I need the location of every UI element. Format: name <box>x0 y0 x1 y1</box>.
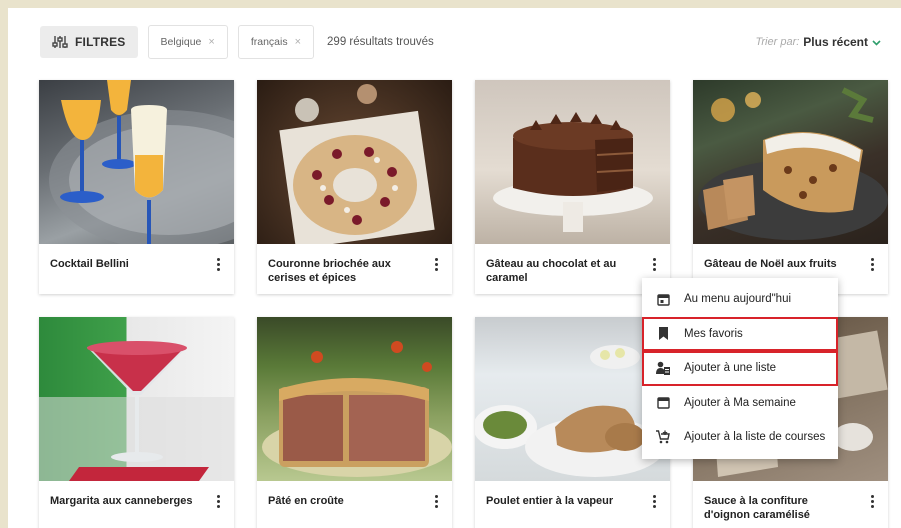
filters-button[interactable]: FILTRES <box>40 26 138 58</box>
recipe-image-poulet-vapeur[interactable] <box>475 317 670 481</box>
menu-item-shopping-list[interactable]: Ajouter à la liste de courses <box>642 420 838 455</box>
recipe-card[interactable]: Couronne briochée aux cerises et épices <box>257 80 452 294</box>
recipe-card[interactable]: Gâteau au chocolat et au caramel <box>475 80 670 294</box>
recipe-title-text: Margarita aux canneberges <box>50 495 193 507</box>
more-options-icon[interactable] <box>217 495 221 510</box>
recipe-title[interactable]: Gâteau au chocolat et au caramel <box>475 244 670 294</box>
menu-item-label: Ajouter à la liste de courses <box>684 431 826 444</box>
recipe-card[interactable]: Poulet entier à la vapeur <box>475 317 670 528</box>
recipe-title[interactable]: Poulet entier à la vapeur <box>475 481 670 528</box>
menu-item-label: Au menu aujourd"hui <box>684 293 792 306</box>
sort-label: Trier par: <box>755 36 800 48</box>
sliders-icon <box>52 35 68 49</box>
filters-label: FILTRES <box>75 35 126 49</box>
bookmark-icon <box>656 327 670 341</box>
calendar-day-icon <box>656 292 670 306</box>
recipe-title-text: Gâteau de Noël aux fruits <box>704 258 837 270</box>
more-options-icon[interactable] <box>217 258 221 273</box>
recipe-image-pate-en-croute[interactable] <box>257 317 452 481</box>
menu-item-favorites[interactable]: Mes favoris <box>642 316 838 351</box>
recipe-title-text: Poulet entier à la vapeur <box>486 495 614 507</box>
recipe-image-gateau-noel[interactable] <box>693 80 888 244</box>
more-options-icon[interactable] <box>435 258 439 273</box>
filter-chip-francais: français × <box>237 25 315 59</box>
recipe-title-text: Cocktail Bellini <box>50 258 129 270</box>
recipe-title[interactable]: Sauce à la confiture d'oignon caramélisé <box>693 481 888 528</box>
filter-chip-belgique: Belgique × <box>147 25 228 59</box>
menu-item-label: Mes favoris <box>684 327 743 340</box>
more-options-icon[interactable] <box>653 258 657 273</box>
recipe-card[interactable]: Pâté en croûte <box>257 317 452 528</box>
recipe-title[interactable]: Pâté en croûte <box>257 481 452 528</box>
sort-value: Plus récent <box>803 35 868 49</box>
recipe-title-text: Sauce à la confiture d'oignon caramélisé <box>704 495 810 521</box>
recipe-context-menu: Au menu aujourd"hui Mes favoris Ajouter … <box>642 278 838 459</box>
remove-chip-icon[interactable]: × <box>295 36 301 48</box>
menu-item-label: Ajouter à une liste <box>684 362 777 375</box>
recipe-title-text: Pâté en croûte <box>268 495 344 507</box>
more-options-icon[interactable] <box>871 495 875 510</box>
recipe-card[interactable]: Cocktail Bellini <box>39 80 234 294</box>
recipe-results-page: FILTRES Belgique × français × 299 résult… <box>8 8 901 528</box>
recipe-title[interactable]: Margarita aux canneberges <box>39 481 234 528</box>
chip-label: français <box>250 36 288 48</box>
recipe-title[interactable]: Couronne briochée aux cerises et épices <box>257 244 452 294</box>
recipe-image-margarita[interactable] <box>39 317 234 481</box>
recipe-image-gateau-chocolat[interactable] <box>475 80 670 244</box>
menu-item-add-to-list[interactable]: Ajouter à une liste <box>642 351 838 386</box>
recipe-card[interactable]: Margarita aux canneberges <box>39 317 234 528</box>
recipe-title-text: Gâteau au chocolat et au caramel <box>486 258 617 284</box>
filter-toolbar: FILTRES Belgique × français × 299 résult… <box>40 25 881 59</box>
menu-item-label: Ajouter à Ma semaine <box>684 396 796 409</box>
recipe-image-bellini[interactable] <box>39 80 234 244</box>
chevron-down-icon <box>872 35 881 49</box>
menu-item-today[interactable]: Au menu aujourd"hui <box>642 282 838 317</box>
recipe-card[interactable]: Gâteau de Noël aux fruits <box>693 80 888 294</box>
more-options-icon[interactable] <box>435 495 439 510</box>
cart-add-icon <box>656 430 670 444</box>
add-to-list-icon <box>656 361 670 376</box>
recipe-image-couronne[interactable] <box>257 80 452 244</box>
recipe-title-text: Couronne briochée aux cerises et épices <box>268 258 391 284</box>
more-options-icon[interactable] <box>871 258 875 273</box>
chip-label: Belgique <box>160 36 202 48</box>
recipe-title[interactable]: Cocktail Bellini <box>39 244 234 294</box>
menu-item-my-week[interactable]: Ajouter à Ma semaine <box>642 386 838 421</box>
more-options-icon[interactable] <box>653 495 657 510</box>
calendar-icon <box>656 396 670 410</box>
sort-dropdown[interactable]: Trier par: Plus récent <box>755 35 881 49</box>
results-count: 299 résultats trouvés <box>327 36 434 48</box>
remove-chip-icon[interactable]: × <box>208 36 214 48</box>
